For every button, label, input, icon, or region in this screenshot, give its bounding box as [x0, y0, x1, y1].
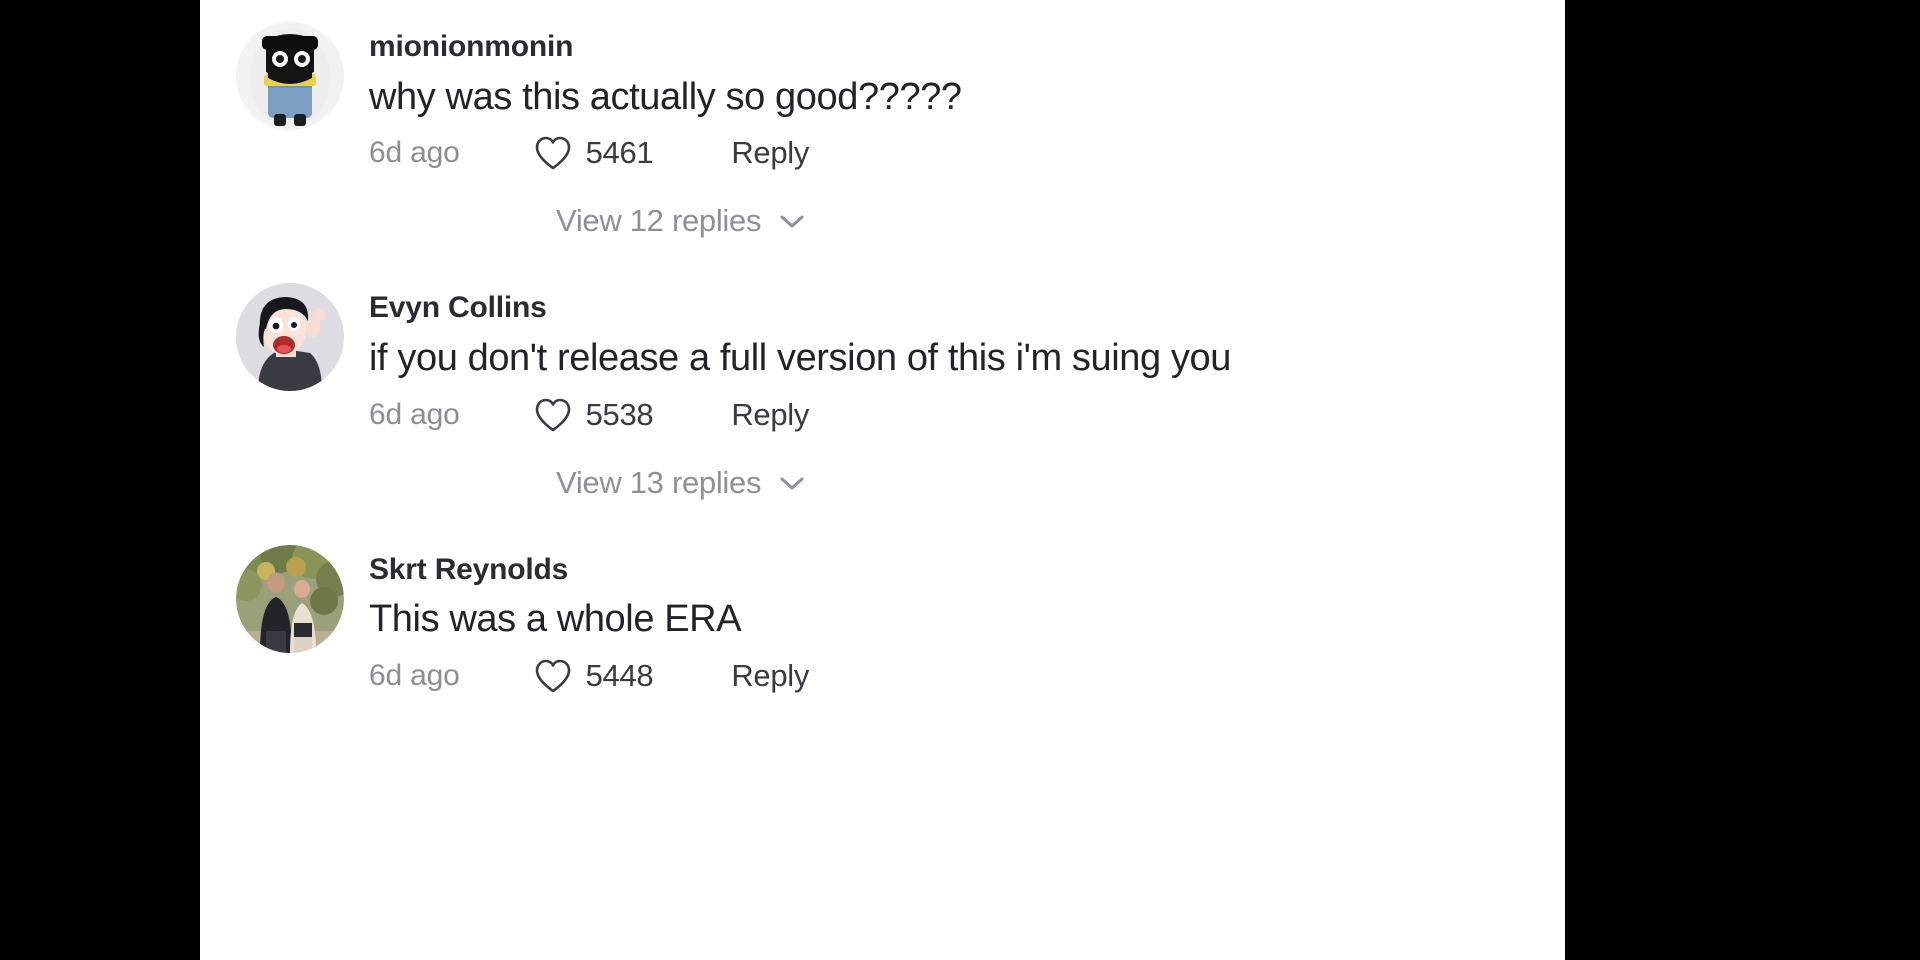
comment-meta-row: 6d ago 5461 Reply	[369, 135, 1565, 171]
like-group[interactable]: 5448	[534, 658, 654, 694]
comment-author[interactable]: Skrt Reynolds	[369, 553, 1565, 588]
like-group[interactable]: 5538	[534, 397, 654, 433]
screen-root: mionionmonin why was this actually so go…	[0, 0, 1920, 960]
comment-text: why was this actually so good?????	[369, 75, 962, 118]
comment-body: mionionmonin why was this actually so go…	[369, 22, 1565, 171]
comment-panel: mionionmonin why was this actually so go…	[200, 0, 1565, 960]
comment-item: Evyn Collins if you don't release a full…	[200, 283, 1565, 432]
like-count: 5538	[585, 396, 654, 432]
letterbox-right	[1565, 0, 1920, 960]
comment-meta-row: 6d ago 5538 Reply	[369, 397, 1565, 433]
heart-icon[interactable]	[534, 397, 572, 433]
chevron-down-icon[interactable]	[779, 475, 805, 491]
view-replies-toggle[interactable]: View 12 replies	[200, 203, 805, 239]
comment-text: This was a whole ERA	[369, 598, 742, 641]
avatar-minion-figure[interactable]	[236, 22, 344, 130]
heart-icon[interactable]	[534, 658, 572, 694]
view-replies-label: View 13 replies	[556, 464, 762, 500]
avatar-photo-couple[interactable]	[236, 544, 344, 653]
reply-button[interactable]: Reply	[731, 135, 809, 171]
comment-list: mionionmonin why was this actually so go…	[200, 0, 1565, 694]
comment-timestamp: 6d ago	[369, 658, 460, 692]
reply-button[interactable]: Reply	[731, 397, 809, 433]
comment-body: Evyn Collins if you don't release a full…	[369, 283, 1565, 432]
comment-item: mionionmonin why was this actually so go…	[200, 22, 1565, 171]
comment-author[interactable]: mionionmonin	[369, 30, 1565, 65]
reply-button[interactable]: Reply	[731, 658, 809, 694]
view-replies-toggle[interactable]: View 13 replies	[200, 465, 805, 501]
like-group[interactable]: 5461	[534, 135, 654, 171]
comment-author[interactable]: Evyn Collins	[369, 291, 1565, 326]
view-replies-label: View 12 replies	[556, 203, 762, 239]
chevron-down-icon[interactable]	[779, 213, 805, 229]
comment-text: if you don't release a full version of t…	[369, 336, 1231, 379]
comment-meta-row: 6d ago 5448 Reply	[369, 658, 1565, 694]
comment-timestamp: 6d ago	[369, 397, 460, 431]
letterbox-left	[0, 0, 200, 960]
heart-icon[interactable]	[534, 135, 572, 171]
like-count: 5448	[585, 657, 654, 693]
comment-timestamp: 6d ago	[369, 136, 460, 170]
comment-item: Skrt Reynolds This was a whole ERA 6d ag…	[200, 544, 1565, 694]
like-count: 5461	[585, 135, 654, 171]
avatar-cartoon-person[interactable]	[236, 283, 344, 392]
comment-body: Skrt Reynolds This was a whole ERA 6d ag…	[369, 545, 1565, 694]
